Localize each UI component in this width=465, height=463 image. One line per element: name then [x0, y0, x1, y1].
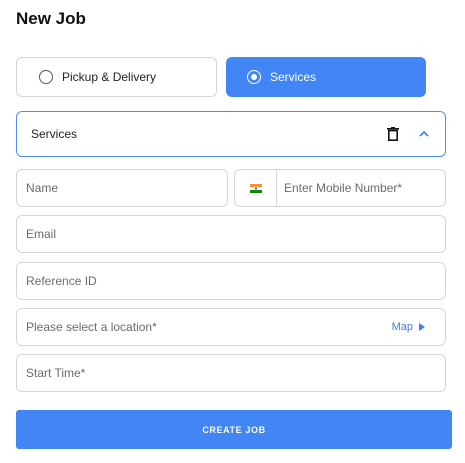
location-input[interactable] [17, 309, 445, 345]
location-field[interactable]: Map [16, 308, 446, 346]
create-job-button[interactable]: CREATE JOB [16, 410, 452, 449]
radio-unchecked-icon[interactable] [39, 70, 53, 84]
map-link[interactable]: Map [392, 321, 425, 333]
mobile-input[interactable] [277, 170, 445, 206]
email-field[interactable] [16, 215, 446, 253]
radio-checked-icon[interactable] [247, 70, 261, 84]
caret-right-icon [419, 323, 425, 331]
name-field[interactable] [16, 169, 228, 207]
page-title: New Job [16, 9, 86, 28]
reference-id-input[interactable] [17, 263, 445, 299]
email-input[interactable] [17, 216, 445, 252]
start-time-field[interactable] [16, 354, 446, 392]
map-link-label: Map [391, 321, 413, 333]
accordion-title: Services [31, 127, 78, 141]
trash-icon[interactable] [387, 127, 399, 141]
job-type-label: Pickup & Delivery [62, 70, 157, 84]
job-type-label: Services [270, 70, 317, 84]
name-input[interactable] [17, 170, 227, 206]
chevron-up-icon[interactable] [418, 129, 430, 139]
reference-id-field[interactable] [16, 262, 446, 300]
job-type-pickup-delivery[interactable]: Pickup & Delivery [16, 57, 217, 97]
india-flag-icon [249, 183, 262, 193]
country-selector[interactable] [235, 170, 277, 206]
mobile-field[interactable] [234, 169, 446, 207]
services-accordion[interactable]: Services [16, 111, 446, 157]
new-job-page: New Job Pickup & Delivery Services Servi… [0, 0, 465, 463]
job-type-services[interactable]: Services [226, 57, 426, 97]
start-time-input[interactable] [17, 355, 445, 391]
